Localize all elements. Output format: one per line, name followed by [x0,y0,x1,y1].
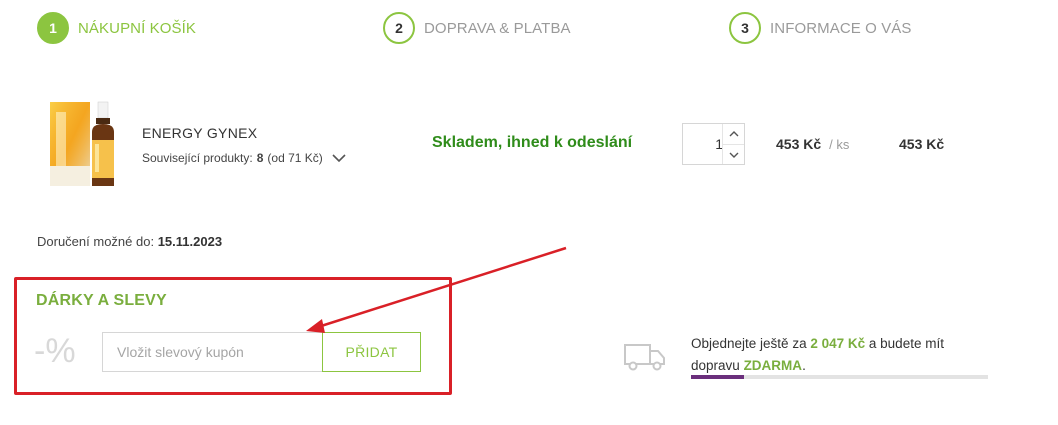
cart-page: 1 NÁKUPNÍ KOŠÍK 2 DOPRAVA & PLATBA 3 INF… [0,0,1058,425]
add-coupon-button[interactable]: PŘIDAT [322,332,421,372]
product-name[interactable]: ENERGY GYNEX [142,125,257,141]
free-shipping-text: Objednejte ještě za [691,336,807,351]
coupon-input[interactable] [102,332,323,372]
quantity-value[interactable]: 1 [683,124,723,164]
free-shipping-message: Objednejte ještě za 2 047 Kč a budete mí… [691,333,991,377]
coupon-title: DÁRKY A SLEVY [36,292,167,309]
step-customer-info[interactable]: 3 INFORMACE O VÁS [729,12,912,44]
quantity-stepper[interactable]: 1 [682,123,745,165]
step-number: 3 [729,12,761,44]
step-shipping-payment[interactable]: 2 DOPRAVA & PLATBA [383,12,571,44]
total-price: 453 Kč [899,136,945,152]
step-label: INFORMACE O VÁS [770,19,912,37]
chevron-down-icon [332,154,346,163]
free-shipping-progress [691,375,988,379]
delivery-label: Doručení možné do: [37,234,155,249]
related-count: 8 [256,151,264,165]
free-shipping-progress-fill [691,375,745,379]
quantity-arrows [722,124,744,164]
quantity-decrease-button[interactable] [723,144,744,164]
chevron-down-icon [729,152,738,158]
delivery-date: Doručení možné do: 15.11.2023 [37,234,222,249]
unit-price-value: 453 Kč [776,136,822,152]
stock-status: Skladem, ihned k odeslání [432,134,633,151]
product-image[interactable] [48,96,118,188]
free-shipping-amount: 2 047 Kč [810,336,866,351]
step-number: 2 [383,12,415,44]
unit-price-suffix: / ks [829,137,850,152]
chevron-up-icon [729,131,738,137]
delivery-date-value: 15.11.2023 [157,234,223,249]
step-cart[interactable]: 1 NÁKUPNÍ KOŠÍK [37,12,196,44]
related-price: (od 71 Kč) [267,151,323,165]
free-shipping-free-word: ZDARMA [743,358,803,373]
step-number: 1 [37,12,69,44]
quantity-increase-button[interactable] [723,124,744,144]
related-products-toggle[interactable]: Související produkty: 8 (od 71 Kč) [142,151,347,165]
unit-price: 453 Kč / ks [776,136,849,152]
step-label: NÁKUPNÍ KOŠÍK [78,19,196,37]
step-label: DOPRAVA & PLATBA [424,19,571,37]
truck-icon [624,344,665,371]
related-label: Související produkty: [142,151,253,165]
percent-icon: -% [34,332,76,370]
free-shipping-end: . [802,358,806,373]
